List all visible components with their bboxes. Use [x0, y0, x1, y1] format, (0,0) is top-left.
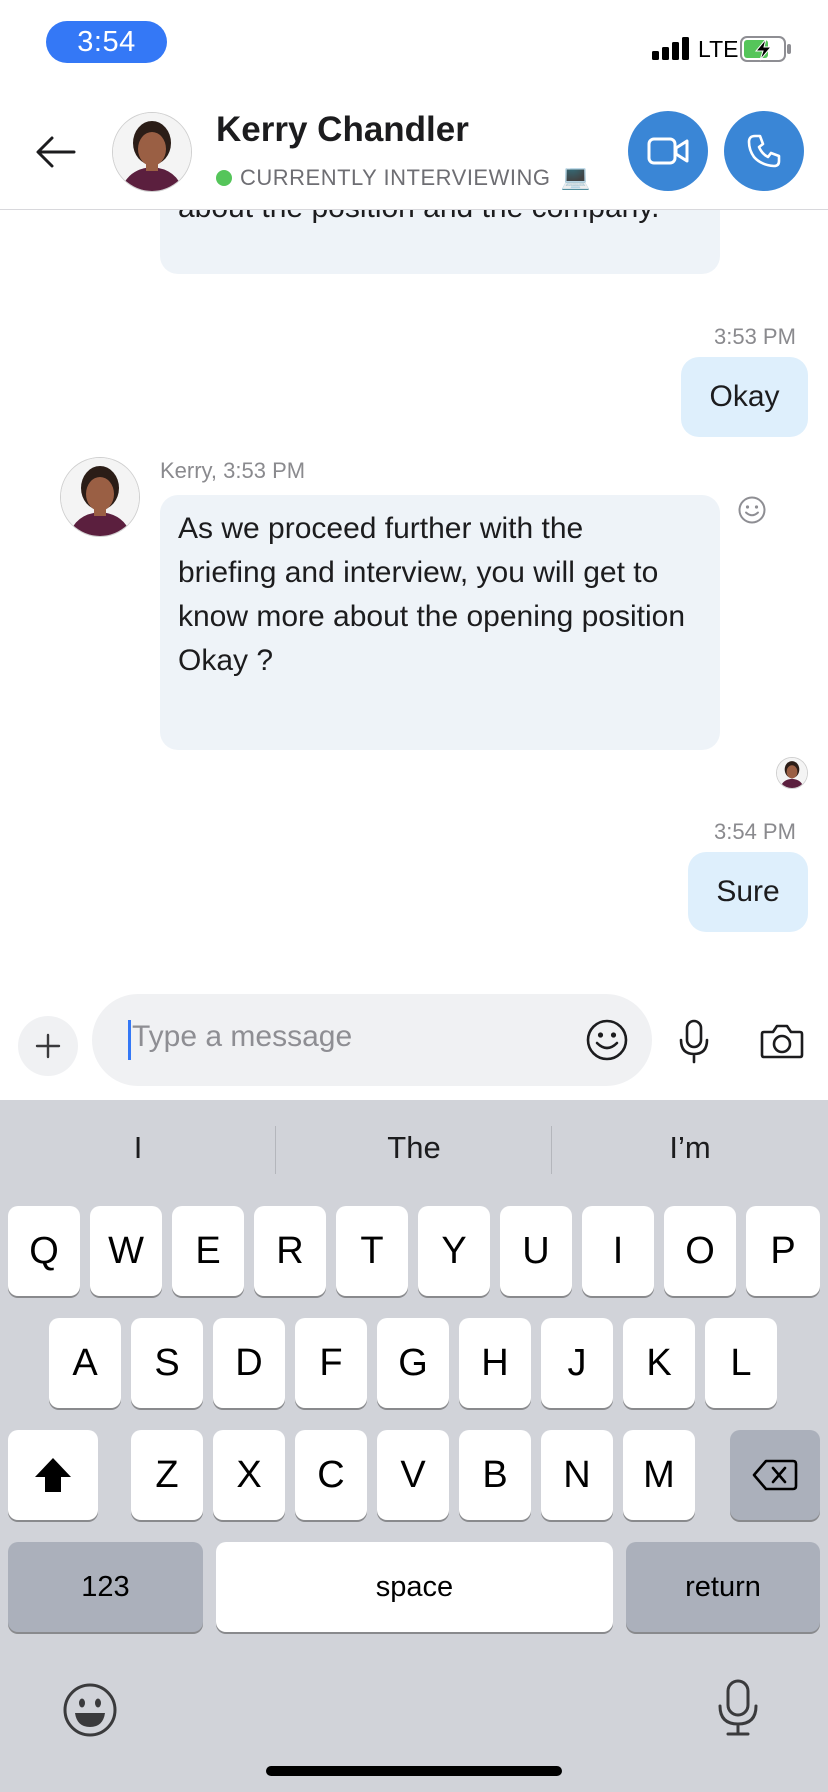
cellular-signal-icon [652, 36, 694, 60]
online-status-dot [216, 169, 232, 186]
home-indicator[interactable] [266, 1766, 562, 1776]
predictive-suggestions: I The I’m [0, 1100, 828, 1196]
contact-avatar[interactable] [112, 112, 192, 192]
add-reaction-button[interactable] [737, 495, 767, 530]
key-z[interactable]: Z [131, 1430, 203, 1520]
presence-text: CURRENTLY INTERVIEWING [240, 164, 551, 190]
key-l[interactable]: L [705, 1318, 777, 1408]
backspace-key[interactable] [730, 1430, 820, 1520]
suggestion-item[interactable]: The [276, 1124, 552, 1172]
suggestion-item[interactable]: I [0, 1124, 276, 1172]
incoming-message-bubble[interactable]: about the position and the company. [160, 210, 720, 274]
video-camera-icon [647, 137, 689, 165]
message-text: As we proceed further with the briefing … [178, 512, 686, 677]
emoji-icon [63, 1683, 117, 1737]
camera-icon [760, 1024, 804, 1059]
read-receipt-avatar [776, 757, 808, 789]
microphone-icon [718, 1679, 758, 1736]
space-key[interactable]: space [216, 1542, 613, 1632]
numbers-key[interactable]: 123 [8, 1542, 203, 1632]
laptop-emoji: 💻 [560, 164, 591, 191]
video-call-button[interactable] [628, 111, 708, 191]
key-f[interactable]: F [295, 1318, 367, 1408]
message-input-placeholder: Type a message [132, 1020, 353, 1053]
chat-header: Kerry Chandler CURRENTLY INTERVIEWING 💻 [0, 96, 828, 210]
message-list[interactable]: about the position and the company. 3:53… [0, 210, 828, 980]
on-screen-keyboard: I The I’m Q W E R T Y U I O P A S D F G … [0, 1100, 828, 1792]
smiley-icon [586, 1019, 628, 1061]
outgoing-message-bubble[interactable]: Okay [681, 357, 808, 437]
back-arrow-icon [36, 136, 76, 168]
network-type: LTE [698, 36, 739, 62]
emoji-picker-button[interactable] [585, 1018, 629, 1067]
key-u[interactable]: U [500, 1206, 572, 1296]
presence-status: CURRENTLY INTERVIEWING 💻 [216, 163, 591, 192]
status-bar: 3:54 LTE [0, 0, 828, 96]
message-text: Sure [716, 875, 780, 908]
voice-call-button[interactable] [724, 111, 804, 191]
key-i[interactable]: I [582, 1206, 654, 1296]
key-a[interactable]: A [49, 1318, 121, 1408]
back-button[interactable] [30, 126, 82, 178]
return-key[interactable]: return [626, 1542, 820, 1632]
plus-icon [35, 1033, 61, 1059]
incoming-message-bubble[interactable]: As we proceed further with the briefing … [160, 495, 720, 750]
voice-message-button[interactable] [678, 1018, 710, 1071]
outgoing-message-bubble[interactable]: Sure [688, 852, 808, 932]
shift-key[interactable] [8, 1430, 98, 1520]
battery-charging-icon [740, 36, 792, 62]
key-x[interactable]: X [213, 1430, 285, 1520]
message-input[interactable]: Type a message [92, 994, 652, 1086]
key-w[interactable]: W [90, 1206, 162, 1296]
microphone-icon [679, 1019, 709, 1064]
backspace-icon [752, 1459, 798, 1491]
shift-arrow-icon [35, 1458, 71, 1492]
key-e[interactable]: E [172, 1206, 244, 1296]
message-text: Okay [709, 380, 780, 413]
smiley-icon [738, 496, 766, 524]
status-time[interactable]: 3:54 [46, 21, 167, 63]
key-p[interactable]: P [746, 1206, 820, 1296]
sender-avatar[interactable] [60, 457, 140, 537]
key-v[interactable]: V [377, 1430, 449, 1520]
key-q[interactable]: Q [8, 1206, 80, 1296]
key-r[interactable]: R [254, 1206, 326, 1296]
message-composer: Type a message [0, 980, 828, 1100]
key-m[interactable]: M [623, 1430, 695, 1520]
dictation-button[interactable] [716, 1678, 760, 1743]
camera-button[interactable] [760, 1022, 804, 1065]
message-text: about the position and the company. [178, 210, 678, 230]
message-timestamp: 3:53 PM [714, 324, 796, 349]
suggestion-item[interactable]: I’m [552, 1124, 828, 1172]
key-j[interactable]: J [541, 1318, 613, 1408]
attach-button[interactable] [18, 1016, 78, 1076]
key-d[interactable]: D [213, 1318, 285, 1408]
phone-icon [747, 134, 781, 168]
key-y[interactable]: Y [418, 1206, 490, 1296]
contact-name[interactable]: Kerry Chandler [216, 110, 469, 150]
emoji-keyboard-button[interactable] [62, 1682, 118, 1743]
message-sender-meta: Kerry, 3:53 PM [160, 458, 306, 483]
key-t[interactable]: T [336, 1206, 408, 1296]
message-timestamp: 3:54 PM [714, 819, 796, 844]
key-k[interactable]: K [623, 1318, 695, 1408]
key-h[interactable]: H [459, 1318, 531, 1408]
key-n[interactable]: N [541, 1430, 613, 1520]
text-caret [128, 1020, 131, 1060]
key-c[interactable]: C [295, 1430, 367, 1520]
key-s[interactable]: S [131, 1318, 203, 1408]
key-b[interactable]: B [459, 1430, 531, 1520]
key-o[interactable]: O [664, 1206, 736, 1296]
key-g[interactable]: G [377, 1318, 449, 1408]
